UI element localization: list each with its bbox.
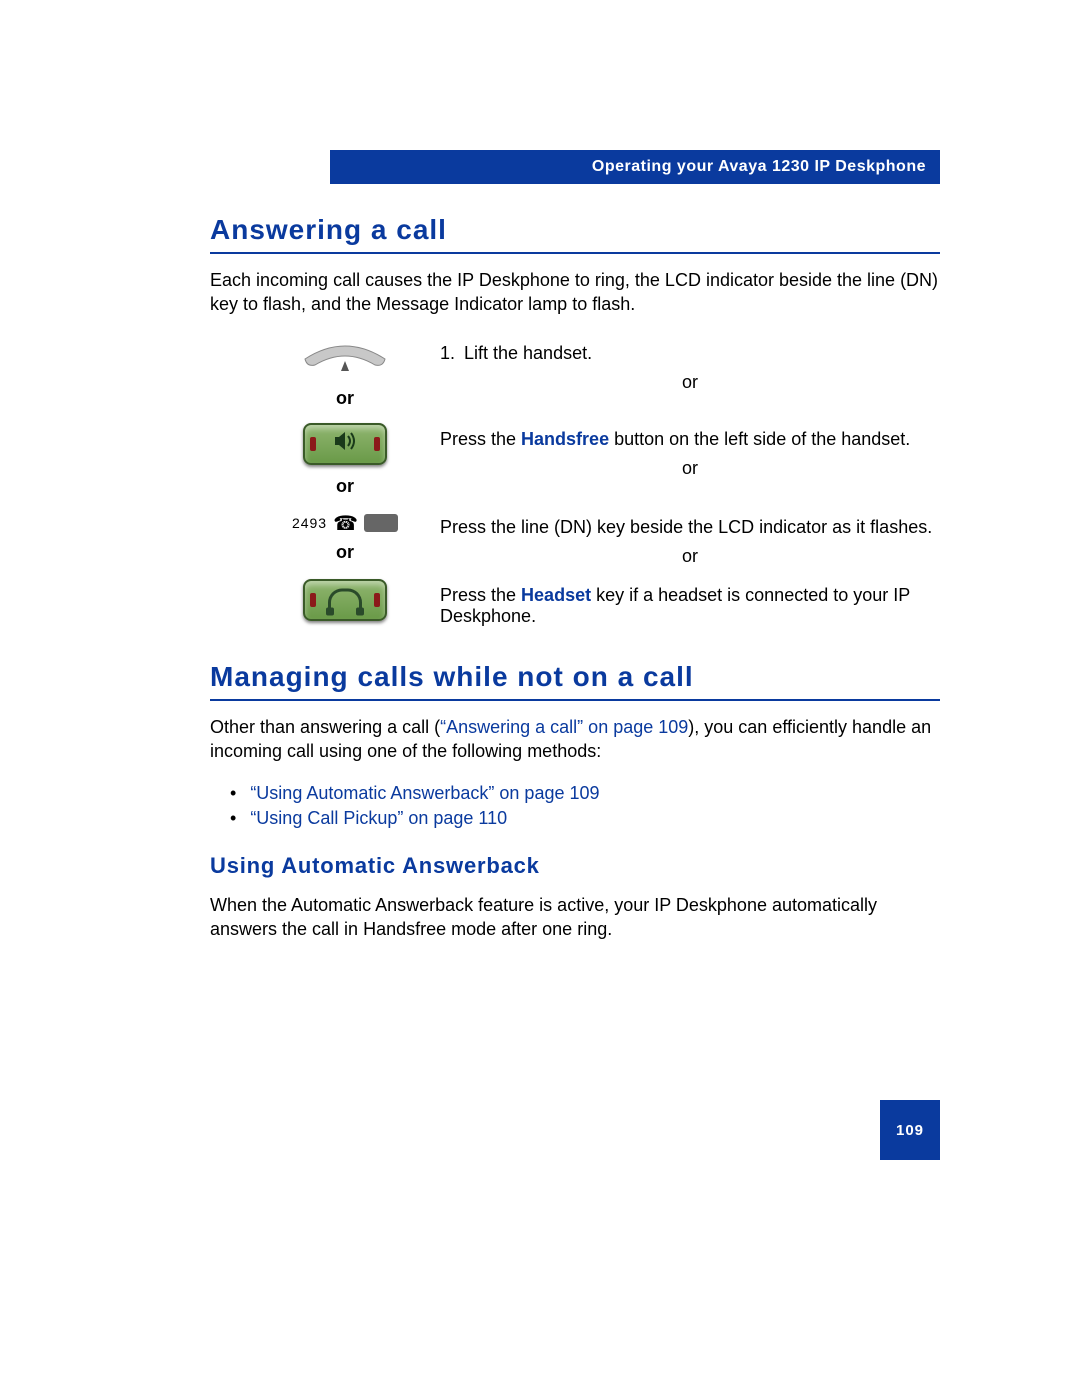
step-row-dnkey: 2493 ☎ or Press the line (DN) key beside… (260, 511, 940, 575)
handset-cradle-icon (295, 337, 395, 377)
section2-intro: Other than answering a call (“Answering … (210, 715, 940, 764)
or-right-3: or (440, 546, 940, 567)
running-header: Operating your Avaya 1230 IP Deskphone (330, 150, 940, 184)
section-heading-managing: Managing calls while not on a call (210, 661, 940, 701)
section1-intro: Each incoming call causes the IP Deskpho… (210, 268, 940, 317)
dn-key-icon: 2493 ☎ (292, 511, 398, 536)
subsection-heading-auto-answerback: Using Automatic Answerback (210, 853, 940, 879)
section-heading-answering: Answering a call (210, 214, 940, 254)
method-link-list: “Using Automatic Answerback” on page 109… (210, 783, 940, 829)
handsfree-button-icon (303, 423, 387, 465)
link-answering-call[interactable]: “Answering a call” on page 109 (440, 717, 688, 737)
speaker-icon (333, 430, 357, 458)
or-label-1: or (260, 388, 430, 409)
step1-text: Lift the handset. (464, 343, 592, 364)
headset-icon (328, 588, 362, 611)
gray-key-icon (364, 514, 398, 532)
step2-text: Press the Handsfree button on the left s… (440, 429, 940, 450)
dn-number-label: 2493 (292, 515, 327, 531)
step-number-1: 1. (440, 343, 464, 364)
link-call-pickup[interactable]: “Using Call Pickup” on page 110 (250, 808, 507, 828)
page-number-badge: 109 (880, 1100, 940, 1160)
or-right-1: or (440, 372, 940, 393)
phone-icon: ☎ (333, 511, 358, 536)
answering-steps-table: or 1. Lift the handset. or (260, 337, 940, 631)
or-label-3: or (260, 542, 430, 563)
link-auto-answerback[interactable]: “Using Automatic Answerback” on page 109 (250, 783, 599, 803)
step-row-handsfree: or Press the Handsfree button on the lef… (260, 423, 940, 507)
or-right-2: or (440, 458, 940, 479)
step-row-handset: or 1. Lift the handset. or (260, 337, 940, 419)
headset-button-icon (303, 579, 387, 621)
step4-text: Press the Headset key if a headset is co… (440, 585, 940, 627)
step3-text: Press the line (DN) key beside the LCD i… (440, 517, 940, 538)
auto-answerback-body: When the Automatic Answerback feature is… (210, 893, 940, 942)
or-label-2: or (260, 476, 430, 497)
handsfree-keyword: Handsfree (521, 429, 609, 449)
headset-keyword: Headset (521, 585, 591, 605)
step-row-headset: Press the Headset key if a headset is co… (260, 579, 940, 627)
